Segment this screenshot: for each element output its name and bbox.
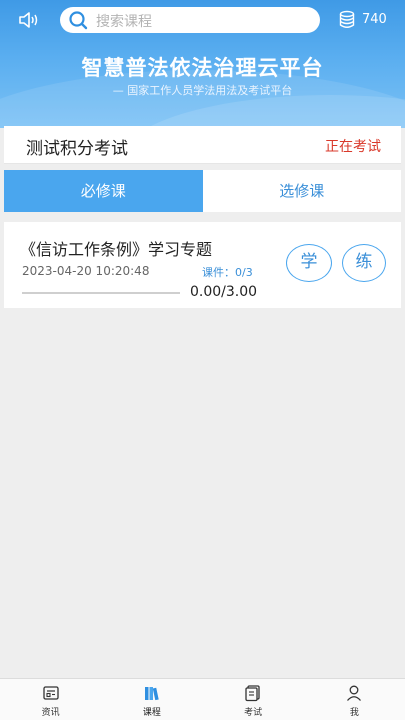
nav-label: 资讯 xyxy=(41,708,60,718)
search-input[interactable]: 搜索课程 xyxy=(60,7,320,33)
course-score: 0.00/3.00 xyxy=(190,284,258,300)
search-icon xyxy=(69,11,88,30)
header-banner: 搜索课程 740 智慧普法依法治理云平台 — 国家工作人员学法用法及考试平台 xyxy=(0,0,405,128)
course-tabs: 必修课 选修课 xyxy=(4,170,401,212)
nav-exam[interactable]: 考试 xyxy=(203,679,304,720)
course-progress-bar xyxy=(22,292,180,294)
coin-stack-icon xyxy=(339,10,355,28)
course-card[interactable]: 《信访工作条例》学习专题 2023-04-20 10:20:48 课件：0/3 … xyxy=(4,222,401,308)
exam-bar[interactable]: 测试积分考试 正在考试 xyxy=(4,126,401,164)
course-date: 2023-04-20 10:20:48 xyxy=(22,264,150,278)
course-title: 《信访工作条例》学习专题 xyxy=(20,240,213,259)
nav-courses[interactable]: 课程 xyxy=(101,679,202,720)
platform-title: 智慧普法依法治理云平台 xyxy=(81,56,324,80)
search-placeholder: 搜索课程 xyxy=(96,14,152,30)
speaker-icon[interactable] xyxy=(18,11,40,29)
news-icon xyxy=(42,686,59,700)
nav-label: 考试 xyxy=(244,708,263,718)
courseware-count: 课件：0/3 xyxy=(202,266,253,279)
nav-news[interactable]: 资讯 xyxy=(0,679,101,720)
user-icon xyxy=(347,685,362,701)
tab-required[interactable]: 必修课 xyxy=(4,170,203,212)
bottom-nav: 资讯 课程 考试 我 xyxy=(0,678,405,720)
books-icon xyxy=(144,687,159,701)
practice-button[interactable]: 练 xyxy=(342,244,386,282)
nav-label: 课程 xyxy=(142,708,161,718)
tab-elective[interactable]: 选修课 xyxy=(202,170,401,212)
top-bar: 搜索课程 740 xyxy=(0,6,405,34)
exam-icon xyxy=(245,685,260,702)
coin-count: 740 xyxy=(362,12,387,27)
exam-name: 测试积分考试 xyxy=(26,139,128,159)
nav-me[interactable]: 我 xyxy=(304,679,405,720)
nav-label: 我 xyxy=(349,708,359,718)
learn-button[interactable]: 学 xyxy=(286,244,332,282)
platform-subtitle: — 国家工作人员学法用法及考试平台 xyxy=(112,84,293,97)
exam-status: 正在考试 xyxy=(325,139,381,155)
